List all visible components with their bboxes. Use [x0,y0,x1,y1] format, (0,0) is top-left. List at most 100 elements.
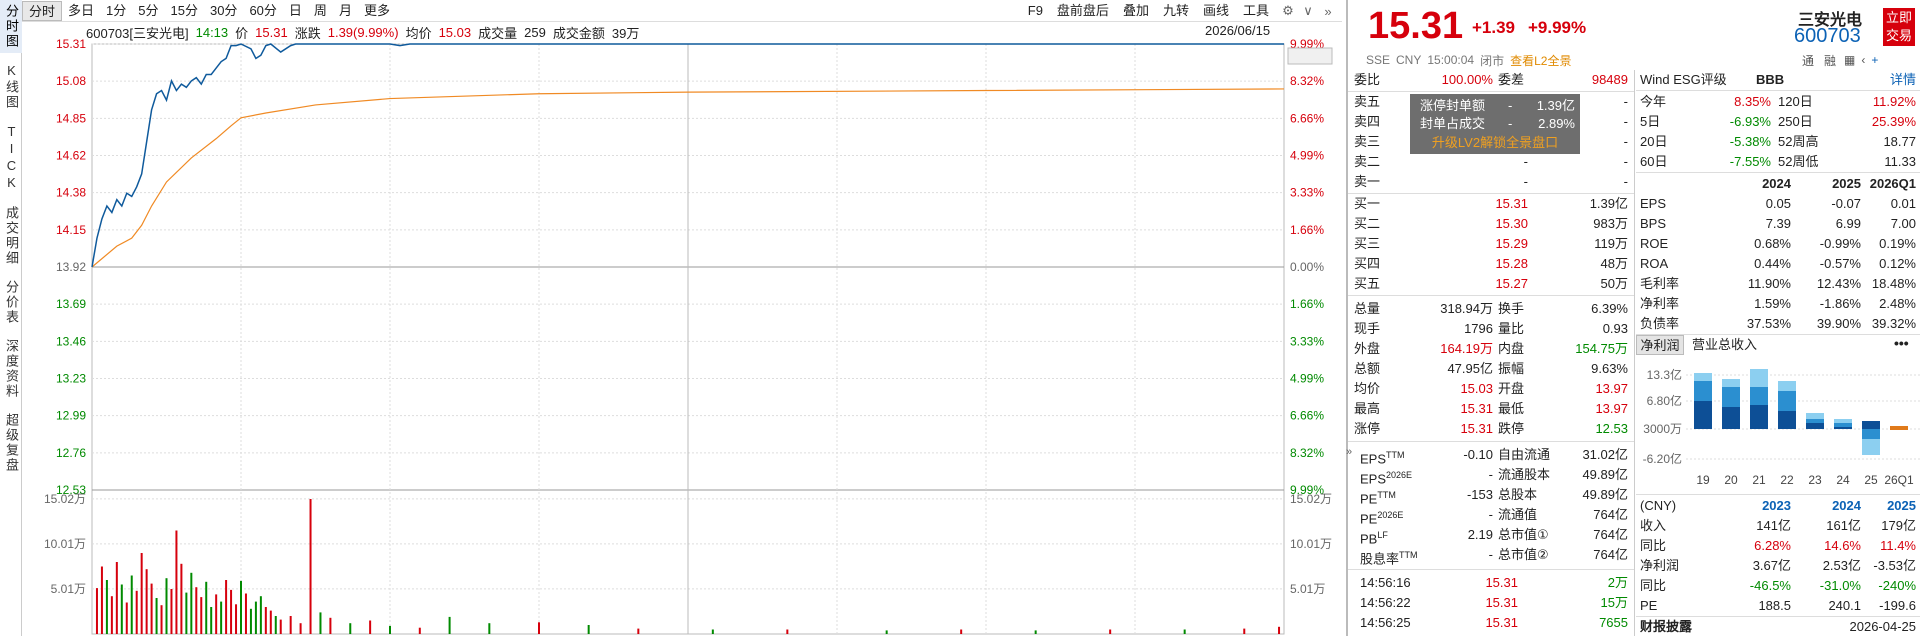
volume-bar [254,601,257,634]
expand-icon[interactable]: » [1346,446,1352,458]
cell: 164.19万 [1440,341,1493,356]
volume-bar [1243,628,1246,634]
period-tab-8[interactable]: 周 [308,1,333,21]
volume-bar [165,578,168,634]
tool-0[interactable]: F9 [1021,1,1050,21]
volume-bar [309,499,312,634]
gear-icon[interactable]: ⚙ [1280,3,1296,19]
volume-bar [180,563,183,634]
profit-bar [1694,381,1712,401]
tool-5[interactable]: 工具 [1236,1,1276,21]
volume-bar [299,623,302,634]
view-tab-0[interactable]: 分时图 [0,0,22,53]
y-tick-left: 12.76 [56,446,86,460]
grid-icon[interactable]: ▦ [1844,53,1855,67]
cell: 财报披露 [1640,619,1693,634]
fund-label-sup: TTM [1399,550,1418,560]
cell: 12.53 [1595,421,1628,436]
profit-tab-revenue[interactable]: 营业总收入 [1692,335,1782,355]
tool-1[interactable]: 盘前盘后 [1050,1,1116,21]
period-tab-10[interactable]: 更多 [358,1,396,21]
cell: 振幅 [1498,361,1525,376]
cell: -46.5% [1749,578,1791,593]
cell: 188.5 [1758,598,1791,613]
period-tab-3[interactable]: 5分 [132,1,164,21]
view-tab-3[interactable]: 成交明细 [0,202,22,270]
cell: 2.48% [1879,296,1916,311]
period-tab-2[interactable]: 1分 [100,1,132,21]
esg-detail-link[interactable]: 详情 [1866,70,1916,90]
cell: 同比 [1640,538,1667,553]
cell: 15.27 [1495,276,1528,291]
collapse-icon[interactable]: ∨ [1300,3,1316,19]
y-tick-right: 3.33% [1290,334,1324,348]
volume-bar [220,601,223,634]
cell: 60日 [1640,154,1668,169]
period-tab-5[interactable]: 30分 [204,1,243,21]
cell: 15.31 [1495,196,1528,211]
vol-tick-left: 15.02万 [44,492,86,506]
volume-bar [230,589,233,634]
l2-upgrade-link[interactable]: 升级LV2解锁全景盘口 [1410,133,1580,153]
l2-link[interactable]: 查看L2全景 [1510,52,1571,69]
view-tab-6[interactable]: 超级复盘 [0,409,22,477]
fund-label-sup: TTM [1377,490,1396,500]
period-tab-6[interactable]: 60分 [243,1,282,21]
add-icon[interactable]: + [1871,53,1878,67]
volume-bar [225,580,228,634]
cell: - [1523,174,1528,189]
period-tab-0[interactable]: 分时 [22,0,63,21]
currency: CNY [1396,53,1422,67]
period-tab-4[interactable]: 15分 [165,1,204,21]
tool-2[interactable]: 叠加 [1116,1,1156,21]
volume-bar [235,604,238,634]
y-tick-left: 13.92 [56,260,86,274]
more-icon[interactable]: ••• [1894,335,1909,351]
cell: ROA [1640,256,1669,271]
cell: 14:56:25 [1360,615,1411,630]
cell: 49.89亿 [1582,487,1628,502]
tool-4[interactable]: 画线 [1196,1,1236,21]
cell: 2025 [1887,498,1916,513]
finance-column: Wind ESG评级 BBB 详情 今年 8.35% 120日 11.92% 5日 -6.93%… [1636,70,1920,636]
view-tab-5[interactable]: 深度资料 [0,335,22,403]
volume-bar [150,583,153,634]
pc-x-label: 21 [1752,473,1766,487]
volume-bar [115,562,118,634]
period-tab-9[interactable]: 月 [333,1,358,21]
pc-y-tick: -6.20亿 [1643,451,1682,466]
cell: 7.00 [1890,216,1916,231]
period-tab-7[interactable]: 日 [283,1,308,21]
expand-right-icon[interactable]: » [1320,4,1336,19]
y-tick-right: 3.33% [1290,186,1324,200]
trade-button[interactable]: 立即 交易 [1883,8,1915,46]
margin-tag-1: 通 [1802,53,1815,68]
view-tab-4[interactable]: 分价表 [0,276,22,329]
profit-bar [1722,379,1740,387]
tool-3[interactable]: 九转 [1156,1,1196,21]
volume-bar [185,592,188,634]
volume-bar [105,580,108,634]
cell: 48万 [1600,256,1628,271]
cell: 983万 [1593,216,1628,231]
exchange: SSE [1366,53,1391,67]
cell: 涨停封单额 [1420,98,1486,113]
profit-bar-chart: 13.3亿 6.80亿 3000万 -6.20亿 19 20 21 22 23 24 25 26Q1 [1643,367,1920,487]
cell: 总股本 [1498,487,1538,502]
volume-bar [155,598,158,634]
collapse-left-icon[interactable]: ‹ [1861,53,1865,67]
intraday-chart[interactable]: 15.31 9.99%15.08 8.32%14.85 6.66%14.62 4.99%… [22,22,1342,636]
cell: 1.39亿 [1536,98,1575,113]
view-tab-1[interactable]: K线图 [0,59,22,114]
cell: 7.39 [1765,216,1791,231]
view-tab-2[interactable]: TICK [0,120,22,196]
cell: 卖一 [1354,174,1381,189]
profit-tab-net[interactable]: 净利润 [1636,335,1684,355]
stock-code: 600703 [1794,25,1861,47]
volume-bar [711,629,714,634]
cell: 25.39% [1871,114,1916,129]
divider [1636,172,1920,173]
cell: 自由流通 [1498,447,1551,462]
profit-bar [1806,419,1824,423]
period-tab-1[interactable]: 多日 [62,1,100,21]
